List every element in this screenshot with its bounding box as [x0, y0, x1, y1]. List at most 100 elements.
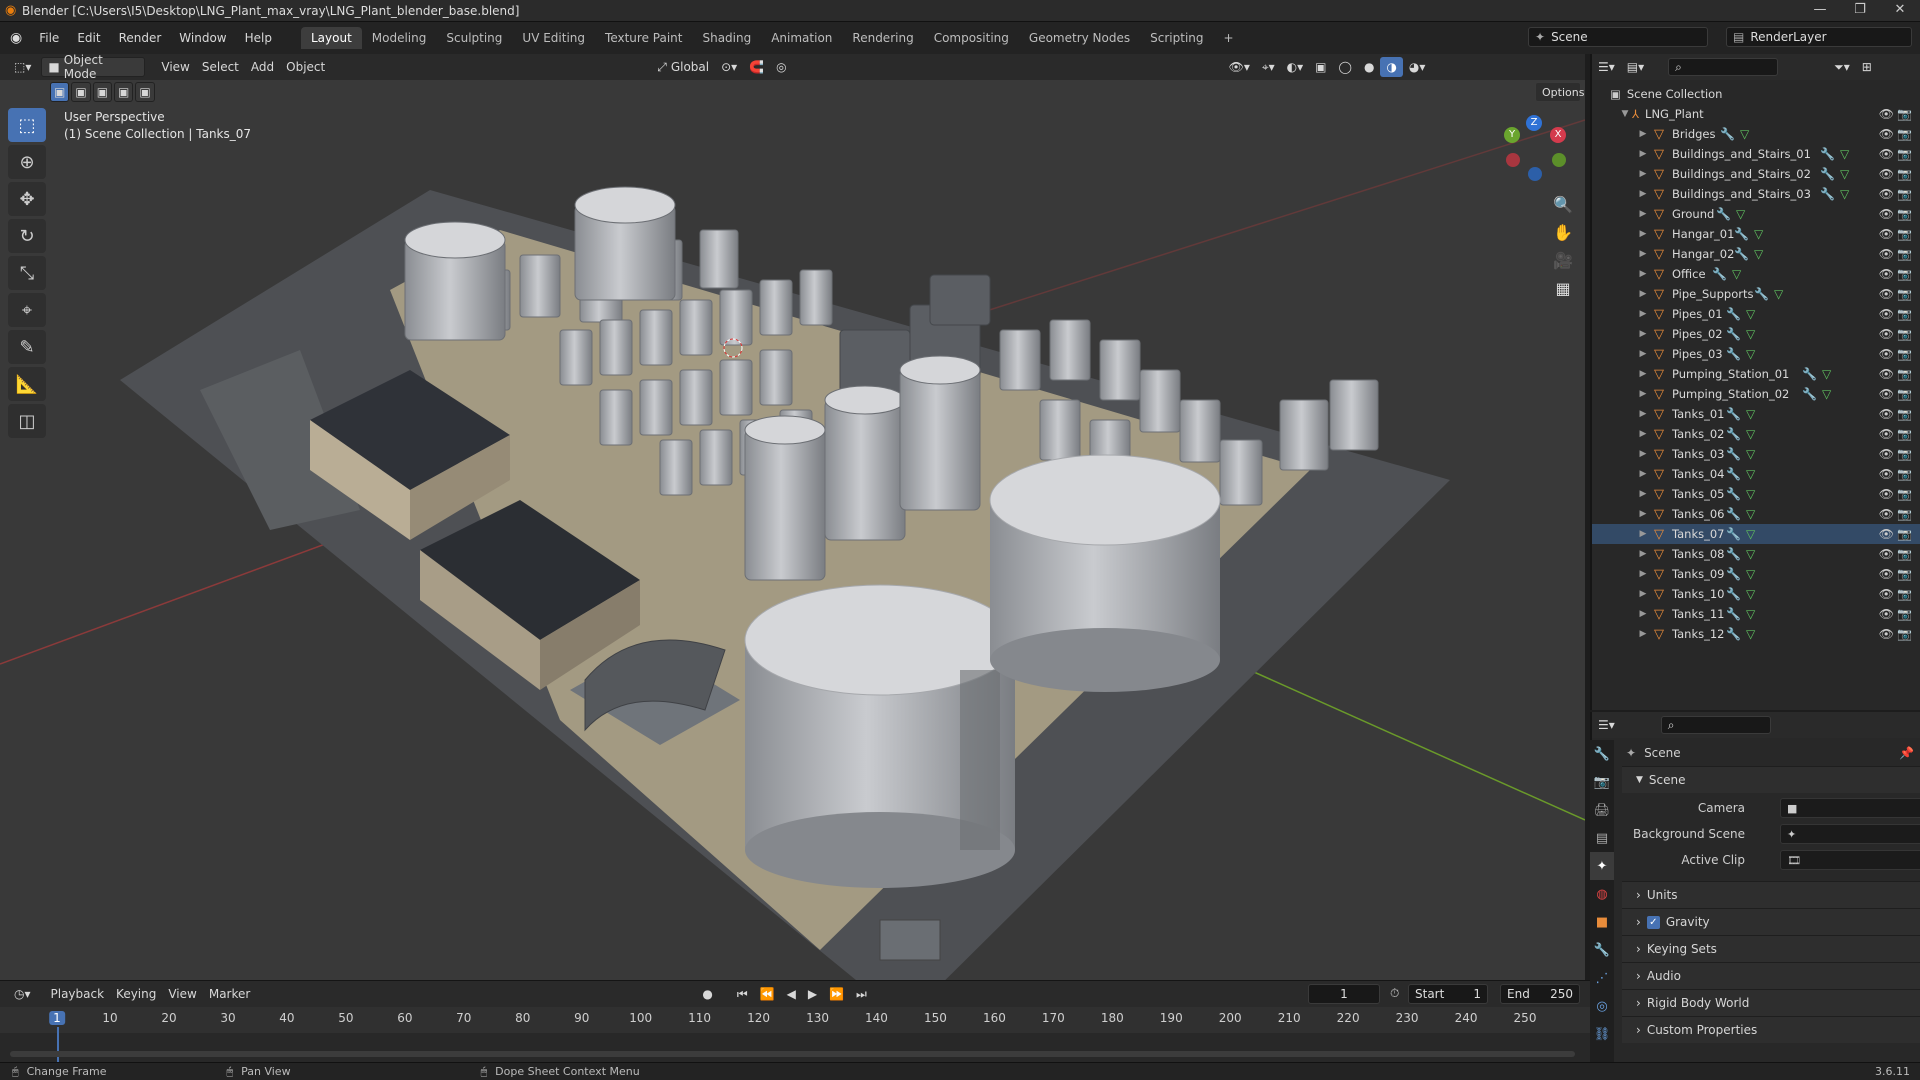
visibility-icon[interactable]: 👁▾ [1223, 57, 1256, 77]
mesh-data-icon[interactable]: ▽ [1732, 267, 1741, 281]
mesh-data-icon[interactable]: ▽ [1754, 247, 1763, 261]
next-keyframe-icon[interactable]: ⏩ [823, 984, 850, 1004]
expand-icon[interactable]: ▶ [1636, 209, 1650, 219]
menu-select[interactable]: Select [196, 57, 245, 77]
visibility-eye-icon[interactable]: 👁 [1879, 387, 1894, 401]
wireframe-shading-icon[interactable]: ◯ [1333, 57, 1358, 77]
menu-keying[interactable]: Keying [110, 984, 162, 1004]
visibility-eye-icon[interactable]: 👁 [1879, 347, 1894, 361]
render-camera-icon[interactable]: 📷 [1897, 367, 1912, 381]
tab-texture-paint[interactable]: Texture Paint [595, 27, 692, 49]
render-camera-icon[interactable]: 📷 [1897, 287, 1912, 301]
visibility-eye-icon[interactable]: 👁 [1879, 567, 1894, 581]
mesh-data-icon[interactable]: ▽ [1822, 387, 1831, 401]
modifier-wrench-icon[interactable]: 🔧 [1720, 127, 1735, 141]
render-camera-icon[interactable]: 📷 [1897, 527, 1912, 541]
mesh-data-icon[interactable]: ▽ [1746, 507, 1755, 521]
modifier-wrench-icon[interactable]: 🔧 [1820, 187, 1835, 201]
render-camera-icon[interactable]: 📷 [1897, 407, 1912, 421]
modifier-wrench-icon[interactable]: 🔧 [1820, 167, 1835, 181]
render-camera-icon[interactable]: 📷 [1897, 247, 1912, 261]
outliner-item-tanks-08[interactable]: ▶ ▽ Tanks_08 🔧 ▽ 👁 📷 [1592, 544, 1920, 564]
menu-marker[interactable]: Marker [203, 984, 256, 1004]
outliner-item-tanks-07[interactable]: ▶ ▽ Tanks_07 🔧 ▽ 👁 📷 [1592, 524, 1920, 544]
outliner-item-tanks-12[interactable]: ▶ ▽ Tanks_12 🔧 ▽ 👁 📷 [1592, 624, 1920, 644]
mesh-data-icon[interactable]: ▽ [1746, 527, 1755, 541]
outliner-item-pipe-supports[interactable]: ▶ ▽ Pipe_Supports 🔧 ▽ 👁 📷 [1592, 284, 1920, 304]
render-camera-icon[interactable]: 📷 [1897, 507, 1912, 521]
expand-icon[interactable]: ▶ [1636, 189, 1650, 199]
visibility-eye-icon[interactable]: 👁 [1879, 607, 1894, 621]
overlay-toggle-icon[interactable]: ◐▾ [1281, 57, 1310, 77]
visibility-eye-icon[interactable]: 👁 [1879, 507, 1894, 521]
mesh-data-icon[interactable]: ▽ [1746, 467, 1755, 481]
mesh-data-icon[interactable]: ▽ [1746, 627, 1755, 641]
render-camera-icon[interactable]: 📷 [1897, 427, 1912, 441]
render-camera-icon[interactable]: 📷 [1897, 167, 1912, 181]
particles-tab-icon[interactable]: ⋰ [1590, 964, 1614, 992]
outliner-item-buildings-and-stairs-01[interactable]: ▶ ▽ Buildings_and_Stairs_01 🔧 ▽ 👁 📷 [1592, 144, 1920, 164]
visibility-eye-icon[interactable]: 👁 [1879, 527, 1894, 541]
constraints-tab-icon[interactable]: ⛓ [1590, 1020, 1614, 1048]
add-workspace-button[interactable]: + [1214, 27, 1244, 49]
modifier-wrench-icon[interactable]: 🔧 [1726, 567, 1741, 581]
visibility-eye-icon[interactable]: 👁 [1879, 427, 1894, 441]
active-clip-field[interactable]: 🎞 [1780, 850, 1920, 870]
zoom-icon[interactable]: 🔍 [1548, 190, 1578, 218]
render-camera-icon[interactable]: 📷 [1897, 547, 1912, 561]
visibility-eye-icon[interactable]: 👁 [1879, 127, 1894, 141]
tab-layout[interactable]: Layout [300, 27, 362, 49]
outliner-item-pumping-station-01[interactable]: ▶ ▽ Pumping_Station_01 🔧 ▽ 👁 📷 [1592, 364, 1920, 384]
tab-rendering[interactable]: Rendering [842, 27, 923, 49]
gizmo-neg-z[interactable] [1528, 167, 1542, 181]
background-scene-field[interactable]: ✦ [1780, 824, 1920, 844]
select-intersect-icon[interactable]: ▣ [135, 82, 155, 102]
render-camera-icon[interactable]: 📷 [1897, 307, 1912, 321]
mesh-data-icon[interactable]: ▽ [1746, 427, 1755, 441]
mesh-data-icon[interactable]: ▽ [1840, 167, 1849, 181]
mesh-data-icon[interactable]: ▽ [1746, 307, 1755, 321]
render-camera-icon[interactable]: 📷 [1897, 587, 1912, 601]
options-dropdown[interactable]: Options [1535, 82, 1584, 102]
expand-icon[interactable]: ▶ [1636, 269, 1650, 279]
outliner-item-tanks-06[interactable]: ▶ ▽ Tanks_06 🔧 ▽ 👁 📷 [1592, 504, 1920, 524]
gizmo-neg-x[interactable] [1506, 153, 1520, 167]
gravity-panel[interactable]: › ✓ Gravity [1622, 908, 1920, 935]
modifier-wrench-icon[interactable]: 🔧 [1726, 487, 1741, 501]
expand-icon[interactable]: ▶ [1636, 629, 1650, 639]
scene-selector[interactable]: ✦ Scene [1528, 27, 1708, 47]
expand-icon[interactable]: ▶ [1636, 389, 1650, 399]
outliner-item-bridges[interactable]: ▶ ▽ Bridges 🔧 ▽ 👁 📷 [1592, 124, 1920, 144]
outliner-item-hangar-02[interactable]: ▶ ▽ Hangar_02 🔧 ▽ 👁 📷 [1592, 244, 1920, 264]
visibility-eye-icon[interactable]: 👁 [1879, 407, 1894, 421]
camera-field[interactable]: ■ [1780, 798, 1920, 818]
render-camera-icon[interactable]: 📷 [1897, 567, 1912, 581]
mesh-data-icon[interactable]: ▽ [1746, 327, 1755, 341]
select-invert-icon[interactable]: ▣ [114, 82, 134, 102]
modifier-wrench-icon[interactable]: 🔧 [1726, 587, 1741, 601]
add-cube-tool-icon[interactable]: ◫ [8, 404, 46, 438]
outliner-item-pipes-03[interactable]: ▶ ▽ Pipes_03 🔧 ▽ 👁 📷 [1592, 344, 1920, 364]
tab-uv-editing[interactable]: UV Editing [512, 27, 595, 49]
modifier-wrench-icon[interactable]: 🔧 [1712, 267, 1727, 281]
filter-icon[interactable]: ⏷▾ [1828, 57, 1856, 77]
tab-sculpting[interactable]: Sculpting [436, 27, 512, 49]
rendered-shading-icon[interactable]: ◕▾ [1403, 57, 1432, 77]
menu-playback[interactable]: Playback [45, 984, 111, 1004]
collection-row-lng-plant[interactable]: ▼ ⅄ LNG_Plant 👁 📷 [1592, 104, 1920, 124]
outliner-item-tanks-05[interactable]: ▶ ▽ Tanks_05 🔧 ▽ 👁 📷 [1592, 484, 1920, 504]
modifier-wrench-icon[interactable]: 🔧 [1802, 367, 1817, 381]
menu-file[interactable]: File [30, 31, 68, 45]
playhead-line[interactable] [57, 1027, 59, 1063]
cursor-tool-icon[interactable]: ⊕ [8, 145, 46, 179]
render-camera-icon[interactable]: 📷 [1897, 127, 1912, 141]
outliner-item-tanks-04[interactable]: ▶ ▽ Tanks_04 🔧 ▽ 👁 📷 [1592, 464, 1920, 484]
visibility-eye-icon[interactable]: 👁 [1879, 487, 1894, 501]
expand-icon[interactable]: ▼ [1618, 109, 1632, 119]
modifier-tab-icon[interactable]: 🔧 [1590, 936, 1614, 964]
annotate-tool-icon[interactable]: ✎ [8, 330, 46, 364]
pan-hand-icon[interactable]: ✋ [1548, 218, 1578, 246]
visibility-eye-icon[interactable]: 👁 [1879, 167, 1894, 181]
start-frame-field[interactable]: Start 1 [1408, 984, 1488, 1004]
expand-icon[interactable]: ▶ [1636, 249, 1650, 259]
